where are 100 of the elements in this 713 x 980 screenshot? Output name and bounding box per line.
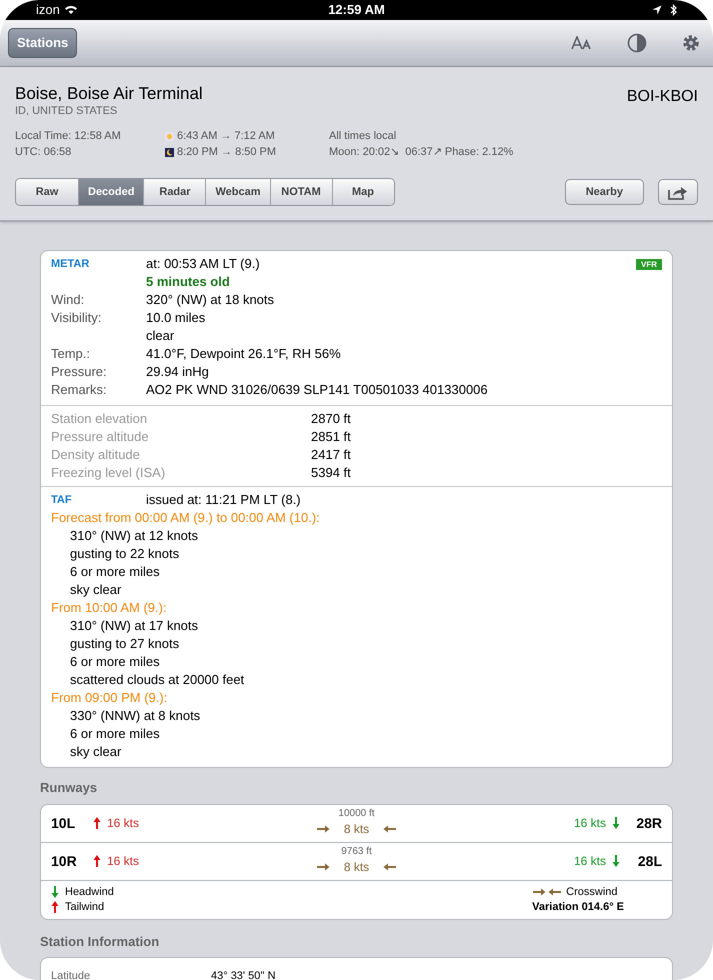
sunset-times: 8:20 PM → 8:50 PM (177, 145, 276, 160)
view-tab[interactable]: Map (332, 179, 394, 205)
metar-field-value: 320° (NW) at 18 knots (146, 291, 274, 309)
crosswind-speed: 8 kts (344, 859, 370, 876)
forecast-line: scattered clouds at 20000 feet (69, 671, 246, 689)
forecast-line: gusting to 22 knots (69, 545, 180, 563)
derived-value: 2417 ft (311, 446, 351, 464)
station-name: Boise, Boise Air Terminal (15, 83, 203, 104)
derived-label: Pressure altitude (51, 428, 150, 446)
section-title: Runways (40, 779, 98, 797)
tailwind-legend: Tailwind (65, 900, 104, 914)
local-time: Local Time: 12:58 AM (15, 129, 122, 144)
metar-field-value: clear (146, 327, 174, 345)
metar-field-value: 41.0°F, Dewpoint 26.1°F, RH 56% (146, 345, 341, 363)
forecast-line: 6 or more miles (69, 653, 161, 671)
forecast-line: 310° (NW) at 17 knots (69, 617, 200, 635)
headwind-arrow-icon (612, 854, 620, 868)
view-tab[interactable]: Decoded (78, 179, 144, 205)
forecast-line: 310° (NW) at 12 knots (69, 527, 200, 545)
crosswind-arrow-icon (532, 888, 546, 896)
metar-field-label: Visibility: (51, 310, 102, 325)
forecast-period: From 09:00 PM (9.): (51, 689, 168, 707)
metar-field-value: AO2 PK WND 31026/0639 SLP141 T00501033 401330006 (146, 381, 488, 399)
taf-label: TAF (51, 493, 73, 508)
derived-label: Freezing level (ISA) (51, 464, 166, 482)
flight-category-badge: VFR (636, 259, 662, 270)
headwind-arrow-icon (612, 816, 620, 830)
headwind-legend: Headwind (65, 884, 114, 900)
forecast-line: sky clear (69, 581, 122, 599)
moon-info: Moon: 20:02↘ 06:37↗ Phase: 2.12% (329, 145, 514, 160)
tailwind-speed: 16 kts (107, 853, 140, 870)
view-tab[interactable]: Webcam (205, 179, 270, 205)
headwind-speed: 16 kts (574, 815, 606, 832)
crosswind-arrow-icon (383, 863, 398, 871)
crosswind-arrow-icon (316, 825, 330, 833)
crosswind-arrow-icon (316, 863, 330, 871)
runway-id: 28R (635, 814, 662, 832)
station-code: BOI-KBOI (626, 87, 698, 107)
forecast-line: gusting to 27 knots (69, 635, 180, 653)
times-note: All times local (329, 129, 398, 144)
carrier-name: izon (36, 1, 60, 20)
contrast-icon[interactable] (627, 33, 647, 53)
runway-id: 10R (51, 852, 78, 870)
crosswind-arrow-icon (383, 825, 398, 833)
forecast-line: sky clear (69, 743, 122, 761)
sunrise-times: 6:43 AM → 7:12 AM (177, 129, 275, 144)
metar-time: at: 00:53 AM LT (9.) (146, 255, 260, 273)
derived-label: Station elevation (51, 410, 148, 428)
metar-field-label: Pressure: (51, 364, 107, 379)
tailwind-arrow-icon (93, 816, 101, 830)
crosswind-speed: 8 kts (344, 821, 370, 838)
view-tab[interactable]: NOTAM (270, 179, 332, 205)
crosswind-arrow-icon (548, 888, 562, 896)
tailwind-arrow-icon (51, 900, 59, 914)
derived-label: Density altitude (51, 446, 141, 464)
taf-issued: issued at: 11:21 PM LT (8.) (146, 491, 301, 509)
info-label: Latitude (51, 969, 92, 980)
info-value: 43° 33' 50'' N (211, 969, 276, 980)
crosswind-legend: Crosswind (566, 884, 618, 900)
forecast-period: From 10:00 AM (9.): (51, 599, 168, 617)
forecast-period: Forecast from 00:00 AM (9.) to 00:00 AM (10.): (51, 509, 321, 527)
share-button[interactable] (658, 179, 698, 205)
forecast-line: 6 or more miles (69, 563, 161, 581)
view-tab[interactable]: Radar (143, 179, 206, 205)
font-size-icon[interactable] (571, 36, 593, 50)
derived-value: 2870 ft (311, 410, 351, 428)
runway-length: 10000 ft (338, 808, 375, 820)
metar-field-value: 10.0 miles (146, 309, 206, 327)
metar-field-label: Temp.: (51, 346, 90, 361)
stations-button[interactable]: Stations (8, 28, 78, 58)
sun-icon (165, 132, 174, 140)
report-age: 5 minutes old (146, 273, 230, 291)
metar-label: METAR (51, 257, 90, 272)
derived-value: 2851 ft (311, 428, 351, 446)
forecast-line: 6 or more miles (69, 725, 161, 743)
forecast-line: 330° (NNW) at 8 knots (69, 707, 202, 725)
bluetooth-icon (670, 4, 677, 16)
view-tab[interactable]: Raw (16, 179, 78, 205)
runway-length: 9763 ft (341, 846, 372, 858)
runway-id: 28L (636, 852, 662, 870)
metar-field-label: Wind: (51, 292, 84, 307)
metar-field-value: 29.94 inHg (146, 363, 209, 381)
runway-id: 10L (51, 814, 76, 832)
magnetic-variation: Variation 014.6° E (532, 900, 624, 914)
wifi-icon (64, 5, 78, 15)
headwind-speed: 16 kts (574, 853, 606, 870)
location-icon (652, 5, 662, 15)
section-title: Station Information (40, 932, 160, 950)
moon-icon (165, 148, 174, 156)
share-icon (668, 184, 688, 200)
tailwind-arrow-icon (93, 854, 101, 868)
utc-time: UTC: 06:58 (15, 145, 72, 160)
headwind-arrow-icon (51, 885, 59, 899)
derived-value: 5394 ft (311, 464, 351, 482)
settings-icon[interactable] (681, 33, 701, 53)
station-region: ID, UNITED STATES (15, 104, 118, 118)
metar-field-label: Remarks: (51, 382, 107, 397)
status-time: 12:59 AM (328, 1, 385, 20)
tailwind-speed: 16 kts (107, 815, 140, 832)
nearby-button[interactable]: Nearby (564, 179, 644, 205)
